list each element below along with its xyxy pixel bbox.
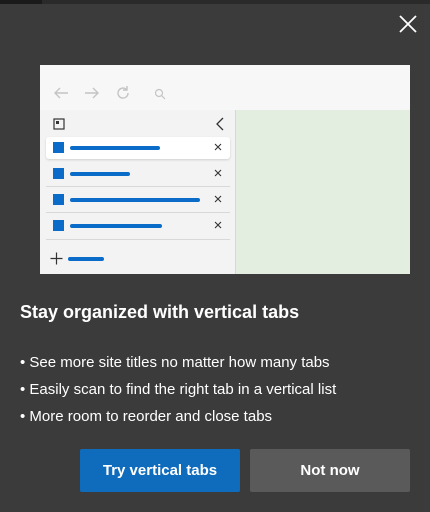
top-edge-strip	[0, 0, 430, 4]
tab-title-placeholder	[70, 198, 200, 202]
vertical-tab-item	[46, 137, 230, 159]
tab-favicon	[53, 220, 64, 231]
feature-item: • More room to reorder and close tabs	[20, 408, 273, 425]
tab-title-placeholder	[70, 146, 160, 150]
tab-favicon	[53, 194, 64, 205]
not-now-button[interactable]: Not now	[250, 449, 410, 492]
tab-close-icon	[214, 195, 222, 203]
tab-close-icon	[214, 221, 222, 229]
tab-title-placeholder	[70, 172, 130, 176]
vertical-tabs-illustration	[40, 65, 410, 274]
feature-list: • See more site titles no matter how man…	[20, 349, 410, 430]
vertical-tab-item	[46, 189, 230, 211]
collapse-chevron-icon	[216, 117, 224, 131]
close-button[interactable]	[396, 12, 420, 36]
tab-divider	[46, 186, 230, 187]
refresh-icon	[117, 86, 129, 99]
browser-toolbar	[40, 65, 410, 110]
new-tab-plus-icon	[50, 252, 63, 265]
search-icon	[154, 88, 166, 100]
tab-close-icon	[214, 169, 222, 177]
tab-close-icon	[214, 143, 222, 151]
close-icon	[399, 15, 417, 33]
tab-favicon	[53, 142, 64, 153]
tab-divider	[46, 212, 230, 213]
vertical-tab-item	[46, 215, 230, 237]
tab-title-placeholder	[70, 224, 162, 228]
feature-item: • See more site titles no matter how man…	[20, 354, 330, 371]
vertical-tabs-promo-dialog: Stay organized with vertical tabs • See …	[0, 0, 430, 512]
tab-divider	[46, 239, 230, 240]
vertical-tab-panel	[40, 110, 236, 274]
forward-arrow-icon	[85, 87, 99, 99]
vertical-tab-item	[46, 163, 230, 185]
back-arrow-icon	[54, 87, 68, 99]
dialog-title: Stay organized with vertical tabs	[20, 302, 300, 322]
feature-item: • Easily scan to find the right tab in a…	[20, 381, 337, 398]
try-vertical-tabs-button[interactable]: Try vertical tabs	[80, 449, 240, 492]
tab-actions-icon	[53, 118, 65, 130]
page-content-area	[236, 110, 410, 274]
new-tab-row	[50, 250, 150, 266]
tab-favicon	[53, 168, 64, 179]
new-tab-label-placeholder	[68, 257, 104, 261]
